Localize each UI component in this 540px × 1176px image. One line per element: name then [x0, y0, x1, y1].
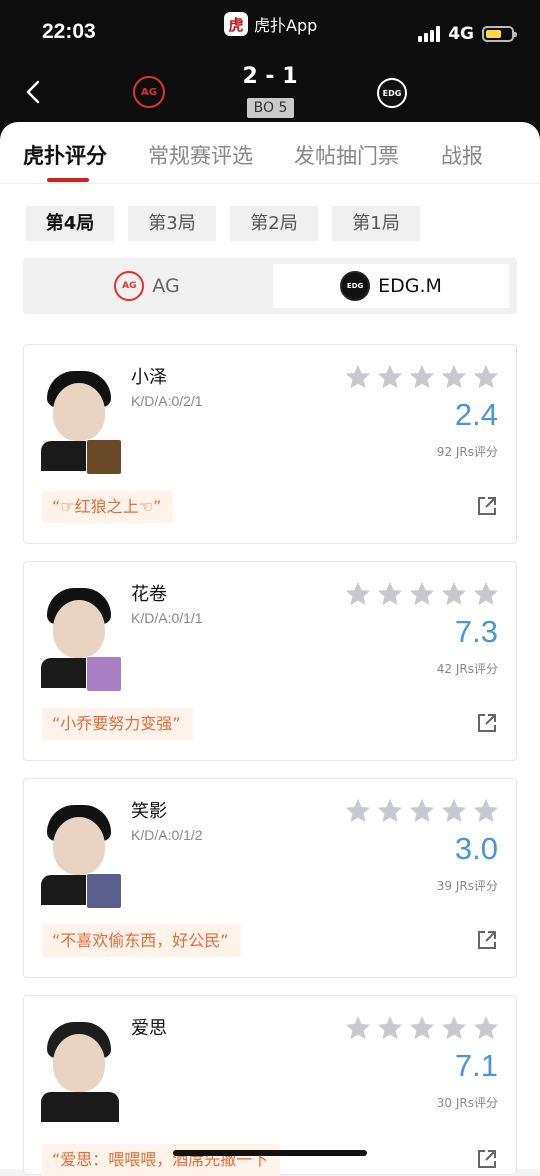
star-icon[interactable]: [344, 580, 372, 608]
active-tab-indicator: [47, 178, 89, 182]
star-icon[interactable]: [440, 1014, 468, 1042]
ag-logo-icon: AG: [114, 271, 145, 301]
battery-icon: [482, 26, 517, 42]
player-kda: K/D/A:0/1/1: [131, 610, 203, 626]
team-option-label: EDG.M: [378, 275, 442, 297]
app-indicator[interactable]: 虎 虎扑App: [224, 12, 317, 36]
star-icon[interactable]: [376, 1014, 404, 1042]
app-name: 虎扑App: [254, 16, 318, 35]
tab-report[interactable]: 战报: [441, 140, 483, 170]
edg-logo-icon: EDG: [340, 271, 371, 301]
game-chip-2[interactable]: 第2局: [230, 206, 318, 241]
status-indicators: 4G: [418, 24, 517, 44]
rating-count: 39 JRs评分: [436, 879, 498, 893]
match-score: 2 - 1: [242, 64, 298, 89]
player-rating: 2.4: [454, 397, 498, 432]
team-switch: AG AG EDG EDG.M: [23, 258, 517, 314]
star-icon[interactable]: [472, 797, 500, 825]
home-indicator[interactable]: [173, 1150, 367, 1156]
team-option-ag[interactable]: AG AG: [29, 264, 265, 308]
star-icon[interactable]: [344, 797, 372, 825]
status-time: 22:03: [42, 20, 96, 43]
star-icon[interactable]: [344, 363, 372, 391]
share-icon[interactable]: [476, 495, 498, 517]
rating-count: 92 JRs评分: [436, 445, 498, 459]
player-name: 花卷: [131, 584, 167, 605]
top-comment[interactable]: “☞红狼之上☜”: [42, 491, 174, 523]
star-icon[interactable]: [440, 363, 468, 391]
player-card[interactable]: 花卷 K/D/A:0/1/1 7.3 42 JRs评分 “小乔要努力变强”: [23, 561, 517, 761]
rating-count: 42 JRs评分: [436, 662, 498, 676]
player-kda: K/D/A:0/1/2: [131, 827, 203, 843]
game-selector: 第4局 第3局 第2局 第1局: [26, 206, 420, 241]
tab-hupu-rating[interactable]: 虎扑评分: [23, 140, 107, 170]
app-logo-icon: 虎: [224, 12, 248, 36]
star-icon[interactable]: [440, 580, 468, 608]
player-card[interactable]: 爱思 7.1 30 JRs评分 “爱思：喂喂喂，酒席先撤一下: [23, 995, 517, 1176]
star-icon[interactable]: [440, 797, 468, 825]
network-label: 4G: [448, 24, 474, 44]
tab-bar: 虎扑评分 常规赛评选 发帖抽门票 战报: [0, 122, 540, 184]
star-rating-input[interactable]: [344, 797, 500, 825]
share-icon[interactable]: [476, 929, 498, 951]
player-name: 爱思: [131, 1018, 167, 1039]
player-name: 小泽: [131, 367, 167, 388]
star-rating-input[interactable]: [344, 1014, 500, 1042]
player-name: 笑影: [131, 801, 167, 822]
star-icon[interactable]: [472, 1014, 500, 1042]
share-icon[interactable]: [476, 712, 498, 734]
player-rating: 7.3: [454, 614, 498, 649]
hero-icon: [86, 656, 122, 692]
star-icon[interactable]: [408, 580, 436, 608]
game-chip-1[interactable]: 第1局: [332, 206, 420, 241]
player-rating: 7.1: [454, 1048, 498, 1083]
star-icon[interactable]: [408, 363, 436, 391]
tab-post-tickets[interactable]: 发帖抽门票: [294, 140, 399, 170]
star-icon[interactable]: [344, 1014, 372, 1042]
signal-icon: [418, 26, 441, 42]
game-chip-4[interactable]: 第4局: [26, 206, 114, 241]
star-icon[interactable]: [376, 580, 404, 608]
star-icon[interactable]: [376, 797, 404, 825]
hero-icon: [86, 439, 122, 475]
star-icon[interactable]: [472, 580, 500, 608]
star-icon[interactable]: [376, 363, 404, 391]
player-kda: K/D/A:0/2/1: [131, 393, 203, 409]
star-icon[interactable]: [408, 797, 436, 825]
match-header: 22:03 虎 虎扑App 4G AG 2 - 1 BO 5 EDG: [0, 0, 540, 140]
star-rating-input[interactable]: [344, 580, 500, 608]
tab-regular-season[interactable]: 常规赛评选: [148, 140, 253, 170]
away-team-logo[interactable]: EDG: [377, 78, 407, 108]
top-comment[interactable]: “小乔要努力变强”: [42, 708, 193, 740]
hero-icon: [86, 873, 122, 909]
player-avatar: [41, 1014, 119, 1122]
team-option-edgm[interactable]: EDG EDG.M: [273, 264, 509, 308]
game-chip-3[interactable]: 第3局: [128, 206, 216, 241]
share-icon[interactable]: [476, 1148, 498, 1170]
player-card[interactable]: 笑影 K/D/A:0/1/2 3.0 39 JRs评分 “不喜欢偷东西，好公民”: [23, 778, 517, 978]
star-rating-input[interactable]: [344, 363, 500, 391]
rating-count: 30 JRs评分: [436, 1096, 498, 1110]
match-format-badge: BO 5: [247, 98, 294, 118]
top-comment[interactable]: “不喜欢偷东西，好公民”: [42, 925, 241, 957]
team-option-label: AG: [152, 275, 180, 297]
star-icon[interactable]: [408, 1014, 436, 1042]
player-rating: 3.0: [454, 831, 498, 866]
player-card[interactable]: 小泽 K/D/A:0/2/1 2.4 92 JRs评分 “☞红狼之上☜”: [23, 344, 517, 544]
star-icon[interactable]: [472, 363, 500, 391]
top-comment[interactable]: “爱思：喂喂喂，酒席先撤一下: [42, 1144, 281, 1176]
